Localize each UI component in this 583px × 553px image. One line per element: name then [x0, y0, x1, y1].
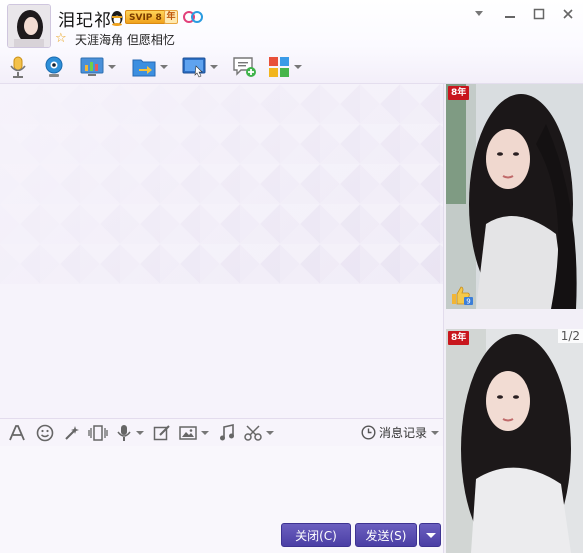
dropdown-menu-icon[interactable] — [469, 6, 489, 22]
contact-photo-2[interactable]: 8年 1/2 — [446, 329, 583, 553]
portrait-image — [446, 329, 583, 553]
remote-desktop-button[interactable] — [182, 54, 218, 80]
contact-show-panel: 8年 9 8年 1/2 — [443, 84, 583, 553]
input-toolbar: 消息记录 — [0, 418, 443, 446]
emoji-button[interactable] — [36, 423, 54, 443]
chat-background-pattern — [0, 84, 443, 418]
chevron-down-icon[interactable] — [201, 431, 209, 435]
screen-share-icon — [80, 57, 104, 76]
magic-wand-icon — [65, 426, 79, 440]
emoji-icon — [36, 424, 54, 442]
send-button[interactable]: 发送(S) — [355, 523, 417, 547]
maximize-icon[interactable] — [529, 6, 549, 22]
shake-button[interactable] — [88, 423, 108, 443]
edit-button[interactable] — [153, 423, 171, 443]
voice-message-button[interactable] — [116, 423, 144, 443]
message-input[interactable]: 关闭(C) 发送(S) — [0, 446, 443, 553]
microphone-icon — [117, 425, 131, 441]
chevron-down-icon[interactable] — [160, 65, 168, 69]
font-icon — [9, 425, 25, 441]
image-icon — [179, 426, 197, 440]
chevron-down-icon[interactable] — [210, 65, 218, 69]
image-button[interactable] — [179, 423, 209, 443]
personal-signature[interactable]: 天涯海角 但愿相忆 — [75, 31, 175, 48]
star-icon: ☆ — [55, 31, 67, 46]
vip-year-ribbon: 8年 — [448, 331, 470, 345]
font-button[interactable] — [8, 423, 26, 443]
music-icon — [220, 424, 234, 441]
thumbs-up-icon[interactable]: 9 — [450, 285, 474, 305]
send-options-dropdown[interactable] — [419, 523, 441, 547]
chevron-down-icon[interactable] — [108, 65, 116, 69]
chat-header: 泪玘祁 SVIP 8 年 ☆ 天涯海角 但愿相忆 — [0, 0, 583, 84]
message-history-label: 消息记录 — [378, 426, 427, 440]
contact-avatar[interactable] — [7, 4, 51, 48]
contact-name[interactable]: 泪玘祁 — [58, 6, 112, 31]
svip-badge[interactable]: SVIP 8 — [125, 10, 166, 24]
apps-button[interactable] — [268, 54, 302, 80]
remote-desktop-icon — [182, 57, 206, 78]
like-count: 9 — [466, 298, 470, 306]
voice-call-button[interactable] — [8, 54, 28, 80]
qq-penguin-icon — [111, 11, 123, 26]
edit-icon — [153, 425, 170, 441]
chevron-down-icon[interactable] — [136, 431, 144, 435]
scissors-icon — [244, 425, 262, 441]
screen-share-button[interactable] — [80, 54, 116, 80]
chevron-down-icon[interactable] — [266, 431, 274, 435]
microphone-icon — [10, 56, 26, 78]
webcam-icon — [45, 56, 63, 77]
chat-toolbar — [0, 52, 583, 82]
folder-send-icon — [132, 59, 156, 77]
music-button[interactable] — [218, 423, 236, 443]
vip-year-ribbon: 8年 — [448, 86, 470, 100]
clock-icon — [361, 425, 376, 440]
add-chat-icon — [233, 57, 256, 77]
contact-photo-1[interactable]: 8年 9 — [446, 84, 583, 309]
new-discussion-button[interactable] — [232, 54, 258, 80]
qq-show-icon[interactable] — [183, 10, 203, 24]
chevron-down-icon[interactable] — [431, 430, 439, 435]
file-transfer-button[interactable] — [132, 54, 168, 80]
page-indicator: 1/2 — [557, 329, 583, 343]
chevron-down-icon[interactable] — [294, 65, 302, 69]
close-window-icon[interactable] — [558, 6, 578, 22]
minimize-icon[interactable] — [500, 6, 520, 22]
shake-icon — [88, 425, 108, 441]
message-history-button[interactable]: 消息记录 — [361, 424, 439, 441]
close-button[interactable]: 关闭(C) — [281, 523, 351, 547]
message-history-area[interactable] — [0, 84, 443, 418]
year-badge: 年 — [164, 10, 178, 24]
screenshot-button[interactable] — [244, 423, 274, 443]
app-grid-icon — [269, 57, 289, 77]
magic-button[interactable] — [63, 423, 81, 443]
portrait-image — [446, 84, 583, 309]
video-call-button[interactable] — [42, 54, 66, 80]
